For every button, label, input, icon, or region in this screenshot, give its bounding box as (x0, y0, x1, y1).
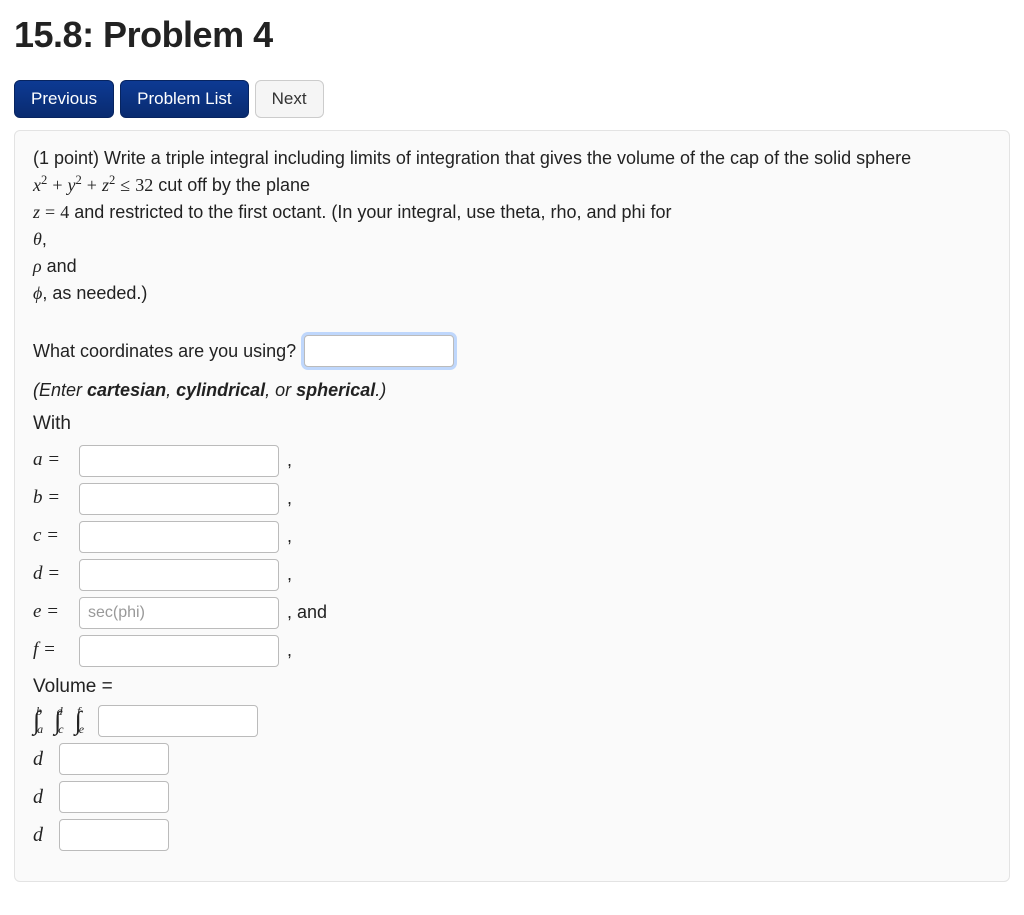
label-c: c = (33, 522, 71, 551)
label-a: a = (33, 446, 71, 475)
theta-tail: , (42, 229, 47, 249)
input-d1[interactable] (59, 743, 169, 775)
question-text: (1 point) Write a triple integral includ… (33, 145, 991, 307)
after-a: , (287, 447, 292, 474)
points-prefix: (1 point) (33, 148, 104, 168)
input-e[interactable] (79, 597, 279, 629)
question-line3-tail: and restricted to the first octant. (In … (69, 202, 671, 222)
d-symbol-3: d (33, 820, 51, 850)
coords-hint: (Enter cartesian, cylindrical, or spheri… (33, 377, 991, 404)
problem-body: (1 point) Write a triple integral includ… (14, 130, 1010, 882)
plane-rhs: 4 (60, 202, 69, 222)
problem-list-button[interactable]: Problem List (120, 80, 248, 118)
volume-label: Volume = (33, 673, 991, 702)
previous-button[interactable]: Previous (14, 80, 114, 118)
sphere-rhs: 32 (135, 175, 153, 195)
coordinates-input[interactable] (304, 335, 454, 367)
after-f: , (287, 637, 292, 664)
d-symbol-1: d (33, 744, 51, 774)
after-c: , (287, 523, 292, 550)
question-line2-tail: cut off by the plane (153, 175, 310, 195)
after-b: , (287, 485, 292, 512)
label-b: b = (33, 484, 71, 513)
input-d[interactable] (79, 559, 279, 591)
coords-prompt: What coordinates are you using? (33, 338, 296, 365)
next-button[interactable]: Next (255, 80, 324, 118)
page-title: 15.8: Problem 4 (14, 14, 1010, 56)
input-integrand[interactable] (98, 705, 258, 737)
after-e: , and (287, 599, 327, 626)
after-d: , (287, 561, 292, 588)
d-symbol-2: d (33, 782, 51, 812)
label-f: f = (33, 636, 71, 665)
nav-buttons: Previous Problem List Next (14, 80, 1010, 118)
integral-expression: ∫ab ∫cd ∫ef (33, 705, 991, 737)
input-a[interactable] (79, 445, 279, 477)
rho-tail: and (42, 256, 77, 276)
with-label: With (33, 410, 991, 439)
input-d2[interactable] (59, 781, 169, 813)
question-line1: Write a triple integral including limits… (104, 148, 911, 168)
label-e: e = (33, 598, 71, 627)
input-c[interactable] (79, 521, 279, 553)
phi-tail: , as needed.) (42, 283, 147, 303)
input-d3[interactable] (59, 819, 169, 851)
input-f[interactable] (79, 635, 279, 667)
input-b[interactable] (79, 483, 279, 515)
label-d: d = (33, 560, 71, 589)
